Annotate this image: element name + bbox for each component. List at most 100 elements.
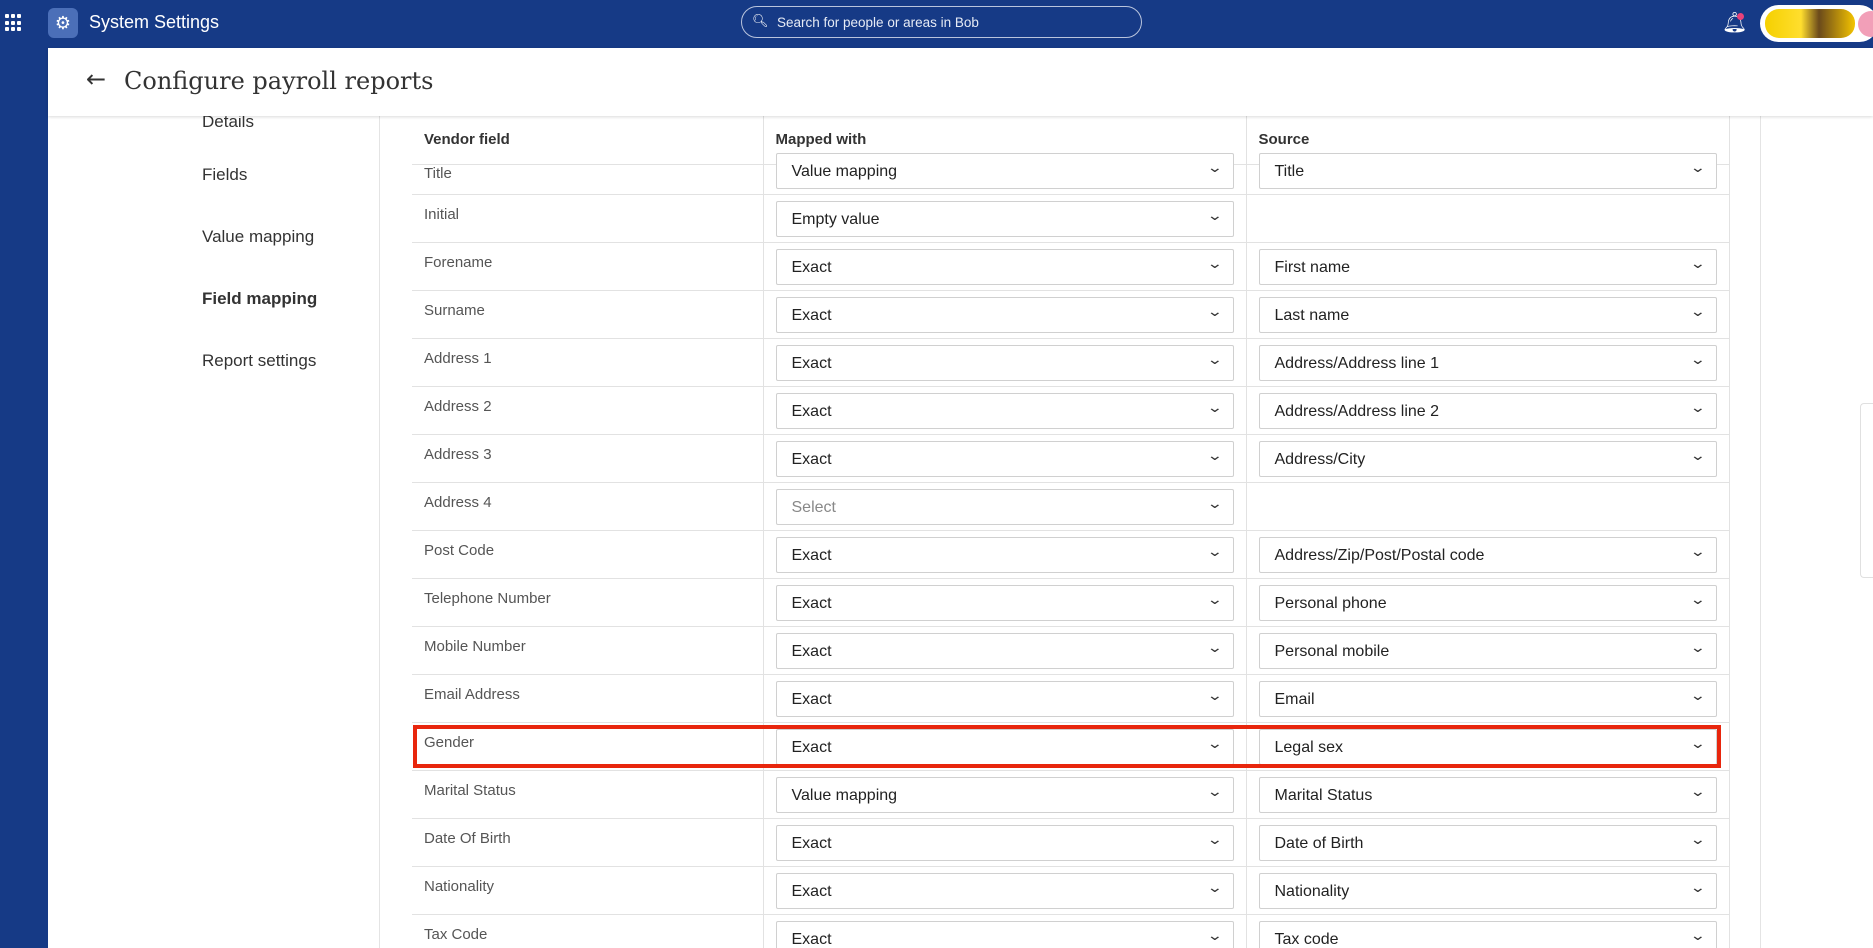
mapped-with-select[interactable]: Exact ⌄: [775, 344, 1234, 381]
mapped-with-select[interactable]: Exact ⌄: [775, 248, 1234, 285]
chevron-down-icon: ⌄: [1689, 351, 1706, 368]
mapped-with-select[interactable]: Exact ⌄: [775, 392, 1234, 429]
chevron-down-icon: ⌄: [1689, 159, 1706, 176]
bell-icon[interactable]: 🔔︎: [1722, 10, 1747, 34]
avatar[interactable]: [1760, 5, 1873, 42]
source-value: Address/City: [1274, 450, 1366, 468]
vendor-field-cell: Initial: [412, 194, 764, 243]
side-panel-tab[interactable]: [1860, 403, 1873, 578]
mapped-with-value: Exact: [791, 306, 832, 324]
table-row: Marital Status Value mapping ⌄ Marital Stat…: [412, 770, 1730, 819]
nav-item-field-mapping[interactable]: Field mapping: [202, 289, 317, 309]
right-divider: [1760, 116, 1761, 948]
page-title: Configure payroll reports: [124, 67, 434, 95]
mapped-with-value: Exact: [791, 930, 832, 948]
chevron-down-icon: ⌄: [1206, 351, 1223, 368]
search-bar[interactable]: 🔍︎: [741, 6, 1142, 38]
apps-grid-icon[interactable]: [5, 14, 23, 32]
mapped-with-select[interactable]: Exact ⌄: [775, 536, 1234, 573]
mapped-with-cell: Exact ⌄: [763, 530, 1247, 579]
mapped-with-select[interactable]: Value mapping ⌄: [775, 152, 1234, 189]
source-cell: [1246, 194, 1730, 243]
mapped-with-cell: Exact ⌄: [763, 674, 1247, 723]
mapped-with-select[interactable]: Exact ⌄: [775, 440, 1234, 477]
vendor-field-cell: Forename: [412, 242, 764, 291]
mapped-with-select[interactable]: Empty value ⌄: [775, 200, 1234, 237]
field-mapping-table: Vendor field Mapped with Source Title Val…: [412, 116, 1730, 948]
source-select[interactable]: Personal mobile ⌄: [1258, 632, 1717, 669]
avatar-image: [1765, 9, 1855, 38]
vendor-field-cell: Gender: [412, 722, 764, 771]
mapped-with-select[interactable]: Exact ⌄: [775, 728, 1234, 765]
mapped-with-select[interactable]: Exact ⌄: [775, 584, 1234, 621]
table-row: Initial Empty value ⌄: [412, 194, 1730, 243]
chevron-down-icon: ⌄: [1206, 399, 1223, 416]
source-value: First name: [1274, 258, 1351, 276]
source-select[interactable]: Address/Address line 1 ⌄: [1258, 344, 1717, 381]
source-select[interactable]: Tax code ⌄: [1258, 920, 1717, 948]
source-value: Date of Birth: [1274, 834, 1364, 852]
table-row: Date Of Birth Exact ⌄ Date of Birth ⌄: [412, 818, 1730, 867]
table-row: Gender Exact ⌄ Legal sex ⌄: [412, 722, 1730, 771]
mapped-with-cell: Exact ⌄: [763, 722, 1247, 771]
source-select[interactable]: Address/City ⌄: [1258, 440, 1717, 477]
chevron-down-icon: ⌄: [1206, 879, 1223, 896]
source-cell: Legal sex ⌄: [1246, 722, 1730, 771]
vendor-field-cell: Surname: [412, 290, 764, 339]
source-select[interactable]: Marital Status ⌄: [1258, 776, 1717, 813]
chevron-down-icon: ⌄: [1206, 207, 1223, 224]
source-select[interactable]: Email ⌄: [1258, 680, 1717, 717]
chevron-down-icon: ⌄: [1206, 735, 1223, 752]
back-arrow-icon[interactable]: ←: [86, 65, 106, 93]
source-value: Legal sex: [1274, 738, 1344, 756]
chevron-down-icon: ⌄: [1689, 639, 1706, 656]
source-select[interactable]: Title ⌄: [1258, 152, 1717, 189]
source-select[interactable]: Last name ⌄: [1258, 296, 1717, 333]
mapped-with-select[interactable]: Exact ⌄: [775, 680, 1234, 717]
chevron-down-icon: ⌄: [1206, 303, 1223, 320]
source-select[interactable]: Legal sex ⌄: [1258, 728, 1717, 765]
source-value: Marital Status: [1274, 786, 1373, 804]
source-cell: Tax code ⌄: [1246, 914, 1730, 948]
source-select[interactable]: Address/Address line 2 ⌄: [1258, 392, 1717, 429]
mapped-with-value: Exact: [791, 690, 832, 708]
source-select[interactable]: Address/Zip/Post/Postal code ⌄: [1258, 536, 1717, 573]
mapped-with-select[interactable]: Exact ⌄: [775, 824, 1234, 861]
mapped-with-cell: Value mapping ⌄: [763, 152, 1247, 195]
table-row: Title Value mapping ⌄ Title ⌄: [412, 152, 1730, 195]
chevron-down-icon: ⌄: [1206, 831, 1223, 848]
table-row: Address 4 Select ⌄: [412, 482, 1730, 531]
mapped-with-value: Empty value: [791, 210, 880, 228]
mapped-with-cell: Exact ⌄: [763, 242, 1247, 291]
vendor-field-cell: Mobile Number: [412, 626, 764, 675]
nav-item-fields[interactable]: Fields: [202, 165, 247, 185]
mapped-with-select[interactable]: Exact ⌄: [775, 296, 1234, 333]
mapped-with-select[interactable]: Select ⌄: [775, 488, 1234, 525]
table-row: Telephone Number Exact ⌄ Personal phone ⌄: [412, 578, 1730, 627]
mapped-with-cell: Select ⌄: [763, 482, 1247, 531]
mapped-with-select[interactable]: Exact ⌄: [775, 632, 1234, 669]
source-select[interactable]: Personal phone ⌄: [1258, 584, 1717, 621]
mapped-with-cell: Exact ⌄: [763, 434, 1247, 483]
table-row: Address 3 Exact ⌄ Address/City ⌄: [412, 434, 1730, 483]
mapped-with-select[interactable]: Value mapping ⌄: [775, 776, 1234, 813]
mapped-with-value: Exact: [791, 402, 832, 420]
mapped-with-value: Exact: [791, 546, 832, 564]
mapped-with-select[interactable]: Exact ⌄: [775, 872, 1234, 909]
table-row: Email Address Exact ⌄ Email ⌄: [412, 674, 1730, 723]
mapped-with-value: Exact: [791, 258, 832, 276]
mapped-with-select[interactable]: Exact ⌄: [775, 920, 1234, 948]
source-select[interactable]: Date of Birth ⌄: [1258, 824, 1717, 861]
chevron-down-icon: ⌄: [1206, 495, 1223, 512]
nav-item-value-mapping[interactable]: Value mapping: [202, 227, 314, 247]
nav-item-report-settings[interactable]: Report settings: [202, 351, 316, 371]
mapped-with-cell: Exact ⌄: [763, 914, 1247, 948]
source-value: Address/Address line 1: [1274, 354, 1440, 372]
source-cell: [1246, 482, 1730, 531]
chevron-down-icon: ⌄: [1689, 687, 1706, 704]
mapped-with-cell: Exact ⌄: [763, 866, 1247, 915]
table-row: Post Code Exact ⌄ Address/Zip/Post/Postal c…: [412, 530, 1730, 579]
source-select[interactable]: First name ⌄: [1258, 248, 1717, 285]
source-select[interactable]: Nationality ⌄: [1258, 872, 1717, 909]
search-input[interactable]: [777, 7, 1127, 37]
